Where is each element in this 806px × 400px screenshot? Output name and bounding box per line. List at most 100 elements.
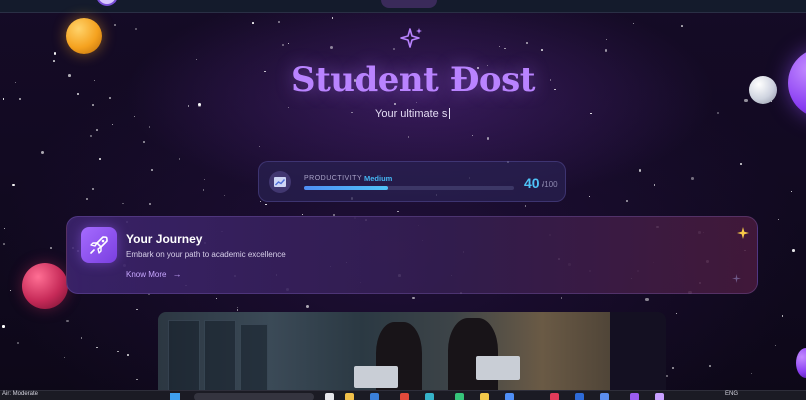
page-title: Student Đost — [291, 60, 535, 100]
star-dot — [394, 103, 397, 105]
nav-active-tab[interactable] — [381, 0, 437, 8]
taskbar-app-icon[interactable] — [655, 393, 664, 400]
star-dot — [53, 51, 57, 55]
star-dot — [260, 200, 262, 202]
star-dot — [751, 372, 753, 374]
star-dot — [136, 378, 138, 380]
star-dot — [739, 163, 742, 166]
star-dot — [114, 23, 116, 26]
star-dot — [666, 374, 669, 377]
page-subtitle: Your ultimate s — [375, 108, 451, 120]
star-dot — [329, 45, 333, 50]
journey-card[interactable]: Your Journey Embark on your path to acad… — [66, 216, 758, 294]
star-dot — [80, 337, 83, 339]
taskbar-app-icon[interactable] — [325, 393, 334, 400]
rocket-icon — [81, 227, 117, 263]
star-dot — [778, 219, 780, 221]
star-dot — [415, 102, 417, 104]
taskbar-app-icon[interactable] — [600, 393, 609, 400]
laptop — [476, 356, 520, 380]
know-more-label: Know More — [126, 270, 167, 279]
star-dot — [203, 178, 206, 181]
star-dot — [4, 227, 6, 229]
productivity-score: 40 — [524, 175, 540, 191]
star-dot — [524, 205, 527, 207]
star-dot — [149, 126, 151, 128]
star-dot — [136, 308, 138, 311]
journey-description: Embark on your path to academic excellen… — [126, 250, 286, 259]
star-dot — [305, 305, 310, 309]
taskbar-app-icon[interactable] — [550, 393, 559, 400]
star-dot — [127, 354, 129, 356]
star-dot — [236, 308, 239, 311]
star-dot — [709, 364, 712, 367]
journey-title: Your Journey — [126, 232, 203, 246]
productivity-label: PRODUCTIVITY — [304, 175, 363, 182]
star-dot — [92, 104, 95, 106]
taskbar-app-icon[interactable] — [575, 393, 584, 400]
taskbar-language[interactable]: ENG — [725, 391, 738, 397]
productivity-max: /100 — [542, 180, 558, 189]
star-dot — [122, 202, 124, 204]
star-dot — [471, 135, 473, 137]
hero-video-panel[interactable] — [158, 312, 666, 400]
typed-text: Your ultimate s — [375, 108, 448, 120]
star-dot — [790, 190, 793, 193]
star-dot — [331, 17, 334, 19]
star-dot — [541, 49, 543, 51]
star-dot — [525, 42, 528, 45]
taskbar-search[interactable] — [194, 393, 314, 400]
star-dot — [633, 23, 635, 25]
star-dot — [10, 290, 12, 292]
star-dot — [781, 315, 784, 317]
taskbar-app-icon[interactable] — [505, 393, 514, 400]
star-dot — [95, 128, 98, 131]
star-dot — [625, 199, 628, 202]
productivity-progress-bar — [304, 186, 514, 190]
star-dot — [198, 102, 202, 106]
taskbar-app-icon[interactable] — [455, 393, 464, 400]
star-dot — [258, 146, 260, 148]
os-taskbar: Air: Moderate ENG — [0, 390, 806, 400]
star-dot — [504, 47, 506, 50]
taskbar-app-icon[interactable] — [400, 393, 409, 400]
star-dot — [282, 44, 285, 47]
taskbar-app-icon[interactable] — [630, 393, 639, 400]
star-dot — [2, 325, 5, 328]
taskbar-weather[interactable]: Air: Moderate — [2, 391, 38, 397]
server-rack — [168, 320, 200, 394]
star-dot — [223, 194, 225, 196]
chart-icon — [269, 171, 291, 193]
star-dot — [645, 297, 649, 302]
top-navbar — [0, 0, 806, 13]
sparkle-icon — [400, 28, 422, 48]
star-dot — [278, 20, 281, 23]
star-dot — [680, 24, 683, 27]
star-dot — [66, 319, 69, 322]
star-dot — [41, 150, 45, 154]
know-more-link[interactable]: Know More → — [126, 269, 181, 279]
taskbar-app-icon[interactable] — [425, 393, 434, 400]
star-dot — [187, 105, 190, 107]
user-avatar[interactable] — [96, 0, 118, 6]
orange-planet — [66, 18, 102, 54]
arrow-right-icon: → — [172, 269, 182, 279]
star-dot — [134, 27, 137, 30]
star-dot — [202, 189, 204, 191]
star-dot — [407, 136, 410, 138]
server-rack — [240, 324, 268, 396]
taskbar-app-icon[interactable] — [480, 393, 489, 400]
star-dot — [265, 203, 267, 206]
star-dot — [604, 49, 608, 52]
star-dot — [63, 356, 66, 359]
taskbar-app-icon[interactable] — [370, 393, 379, 400]
crimson-planet — [22, 263, 68, 309]
star-dot — [393, 48, 395, 51]
start-button[interactable] — [170, 393, 180, 400]
star-dot — [2, 243, 5, 245]
laptop — [354, 366, 398, 388]
typing-caret — [449, 108, 451, 119]
star-dot — [236, 306, 239, 308]
taskbar-app-icon[interactable] — [345, 393, 354, 400]
star-dot — [17, 341, 19, 344]
